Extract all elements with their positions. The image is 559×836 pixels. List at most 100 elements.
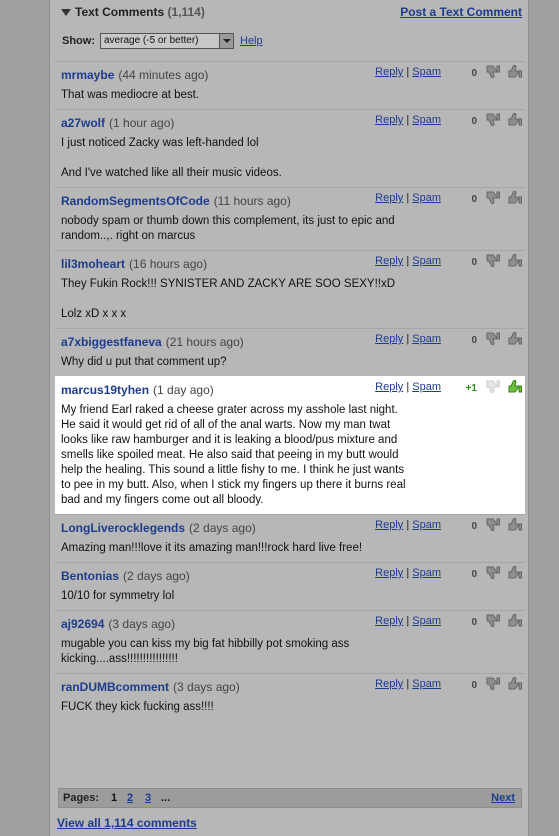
thumbs-up-icon[interactable] <box>506 111 523 128</box>
thumbs-down-icon[interactable] <box>484 516 501 533</box>
comment-actions: Reply | Spam <box>375 567 441 579</box>
thumbs-down-icon[interactable] <box>484 330 501 347</box>
comment-actions: Reply | Spam <box>375 255 441 267</box>
reply-link[interactable]: Reply <box>375 567 403 579</box>
page-ellipsis: ... <box>161 792 171 804</box>
comment-list: mrmaybe (44 minutes ago) Reply | Spam 0 That… <box>55 61 525 721</box>
comments-panel: Text Comments (1,114) Post a Text Commen… <box>49 0 529 836</box>
comment-actions: Reply | Spam <box>375 333 441 345</box>
comment-meta: RandomSegmentsOfCode (11 hours ago) <box>61 194 519 210</box>
comment-meta: aj92694 (3 days ago) <box>61 617 519 633</box>
reply-link[interactable]: Reply <box>375 255 403 267</box>
thumbs-down-icon[interactable] <box>484 675 501 692</box>
spam-link[interactable]: Spam <box>412 615 441 627</box>
action-separator: | <box>406 114 410 126</box>
thumbs-down-icon[interactable] <box>484 189 501 206</box>
thumbs-down-icon[interactable] <box>484 111 501 128</box>
reply-link[interactable]: Reply <box>375 192 403 204</box>
page-link-2[interactable]: 2 <box>127 792 133 804</box>
comment-author-link[interactable]: ranDUMBcomment <box>61 680 169 694</box>
comment-text: My friend Earl raked a cheese grater acr… <box>61 399 406 514</box>
action-separator: | <box>406 66 410 78</box>
reply-link[interactable]: Reply <box>375 114 403 126</box>
show-filter-select[interactable]: average (-5 or better) <box>100 33 234 49</box>
thumbs-down-icon[interactable] <box>484 63 501 80</box>
comment-text: Amazing man!!!love it its amazing man!!!… <box>61 537 406 562</box>
comment-author-link[interactable]: Bentonias <box>61 569 119 583</box>
comment-body: nobody spam or thumb down this complemen… <box>61 215 395 242</box>
action-separator: | <box>406 567 410 579</box>
comment-author-link[interactable]: marcus19tyhen <box>61 383 149 397</box>
spam-link[interactable]: Spam <box>412 255 441 267</box>
spam-link[interactable]: Spam <box>412 519 441 531</box>
comment-meta: lil3moheart (16 hours ago) <box>61 257 519 273</box>
comment-item: ranDUMBcomment (3 days ago) Reply | Spam 0 F… <box>55 673 525 721</box>
thumbs-up-icon[interactable] <box>506 252 523 269</box>
comment-author-link[interactable]: mrmaybe <box>61 68 114 82</box>
comment-meta: LongLiverocklegends (2 days ago) <box>61 521 519 537</box>
spam-link[interactable]: Spam <box>412 192 441 204</box>
post-text-comment-link[interactable]: Post a Text Comment <box>400 5 522 19</box>
view-all-comments-link[interactable]: View all 1,114 comments <box>57 816 197 830</box>
comment-author-link[interactable]: lil3moheart <box>61 257 125 271</box>
thumbs-down-icon[interactable] <box>484 612 501 629</box>
thumbs-up-icon[interactable] <box>506 516 523 533</box>
action-separator: | <box>406 615 410 627</box>
thumbs-up-icon[interactable] <box>506 612 523 629</box>
thumbs-up-icon[interactable] <box>506 564 523 581</box>
reply-link[interactable]: Reply <box>375 333 403 345</box>
action-separator: | <box>406 519 410 531</box>
thumbs-down-icon[interactable] <box>484 378 501 395</box>
spam-link[interactable]: Spam <box>412 381 441 393</box>
comment-author-link[interactable]: aj92694 <box>61 617 104 631</box>
spam-link[interactable]: Spam <box>412 114 441 126</box>
comment-item: marcus19tyhen (1 day ago) Reply | Spam +1 My… <box>55 376 525 514</box>
comment-timestamp: (3 days ago) <box>108 617 176 631</box>
comment-timestamp: (2 days ago) <box>189 521 256 535</box>
comment-timestamp: (21 hours ago) <box>165 335 244 349</box>
spam-link[interactable]: Spam <box>412 333 441 345</box>
comment-text: FUCK they kick fucking ass!!!! <box>61 696 406 721</box>
reply-link[interactable]: Reply <box>375 381 403 393</box>
comment-body: They Fukin Rock!!! SYNISTER AND ZACKY AR… <box>61 278 396 320</box>
help-link[interactable]: Help <box>240 35 263 47</box>
comment-timestamp: (16 hours ago) <box>129 257 208 271</box>
comments-title-text: Text Comments <box>75 5 165 19</box>
comment-meta: Bentonias (2 days ago) <box>61 569 519 585</box>
thumbs-down-icon[interactable] <box>484 252 501 269</box>
comment-meta: mrmaybe (44 minutes ago) <box>61 68 519 84</box>
action-separator: | <box>406 381 410 393</box>
next-page-link[interactable]: Next <box>491 792 515 804</box>
reply-link[interactable]: Reply <box>375 66 403 78</box>
comment-item: aj92694 (3 days ago) Reply | Spam 0 mugable … <box>55 610 525 673</box>
comment-body: My friend Earl raked a cheese grater acr… <box>61 404 406 506</box>
comment-actions: Reply | Spam <box>375 519 441 531</box>
reply-link[interactable]: Reply <box>375 678 403 690</box>
spam-link[interactable]: Spam <box>412 567 441 579</box>
comment-author-link[interactable]: RandomSegmentsOfCode <box>61 194 210 208</box>
comment-item: LongLiverocklegends (2 days ago) Reply | S… <box>55 514 525 562</box>
comment-text: mugable you can kiss my big fat hibbilly… <box>61 633 406 673</box>
reply-link[interactable]: Reply <box>375 615 403 627</box>
chevron-down-icon[interactable] <box>219 34 233 48</box>
page-link-3[interactable]: 3 <box>145 792 151 804</box>
spam-link[interactable]: Spam <box>412 678 441 690</box>
comment-actions: Reply | Spam <box>375 615 441 627</box>
thumbs-up-icon[interactable] <box>506 189 523 206</box>
thumbs-up-icon[interactable] <box>506 378 523 395</box>
thumbs-up-icon[interactable] <box>506 675 523 692</box>
action-separator: | <box>406 255 410 267</box>
comments-count: (1,114) <box>167 5 205 19</box>
comment-item: a27wolf (1 hour ago) Reply | Spam 0 I just n… <box>55 109 525 187</box>
thumbs-up-icon[interactable] <box>506 330 523 347</box>
thumbs-down-icon[interactable] <box>484 564 501 581</box>
comment-actions: Reply | Spam <box>375 678 441 690</box>
comment-author-link[interactable]: a27wolf <box>61 116 105 130</box>
comment-author-link[interactable]: a7xbiggestfaneva <box>61 335 162 349</box>
spam-link[interactable]: Spam <box>412 66 441 78</box>
reply-link[interactable]: Reply <box>375 519 403 531</box>
thumbs-up-icon[interactable] <box>506 63 523 80</box>
comment-author-link[interactable]: LongLiverocklegends <box>61 521 185 535</box>
comment-score: +1 <box>465 383 477 394</box>
collapse-triangle-icon[interactable] <box>61 9 71 16</box>
